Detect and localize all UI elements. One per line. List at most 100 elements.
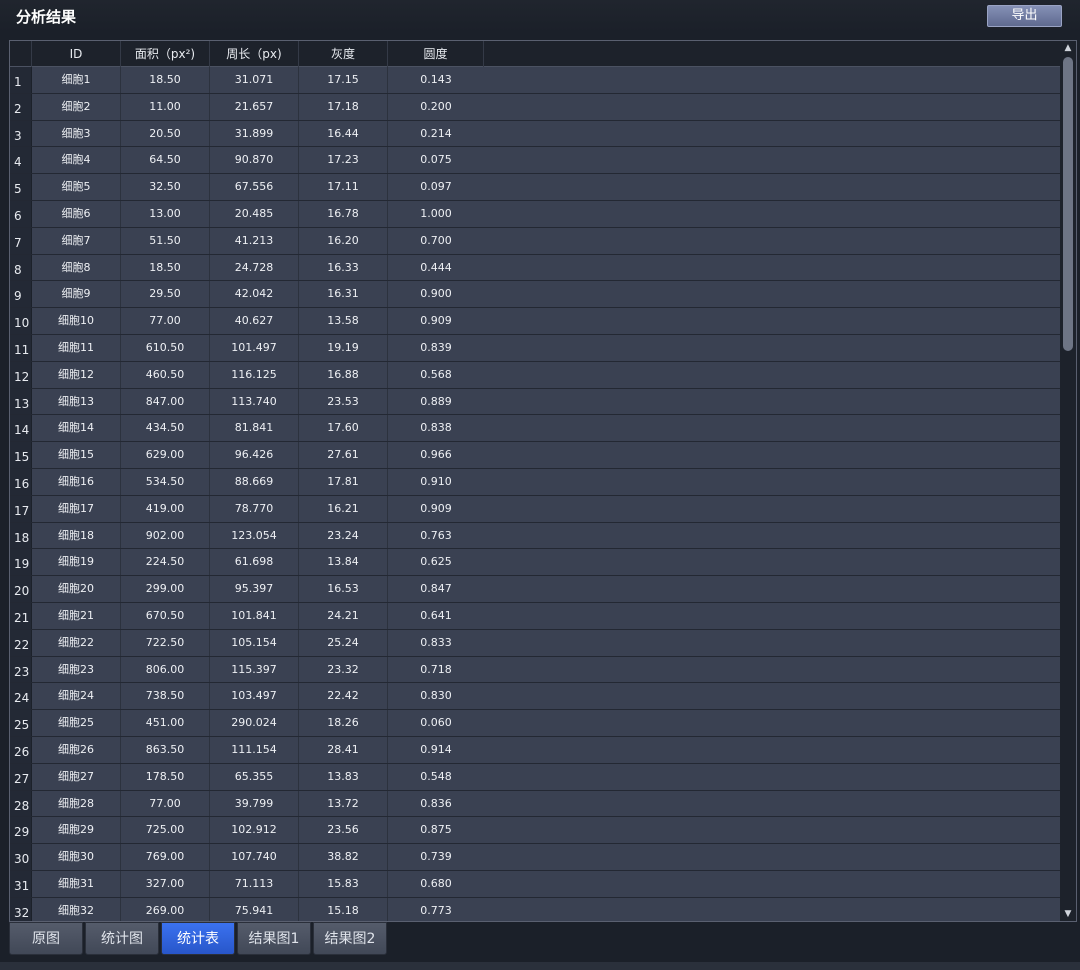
column-header-id[interactable]: ID bbox=[32, 41, 121, 67]
scroll-down-icon[interactable]: ▼ bbox=[1060, 907, 1076, 921]
tab-result-image-2[interactable]: 结果图2 bbox=[313, 922, 387, 955]
tab-result-image-1[interactable]: 结果图1 bbox=[237, 922, 311, 955]
table-row[interactable]: 5 细胞5 32.50 67.556 17.11 0.097 bbox=[10, 174, 1060, 201]
row-number[interactable]: 28 bbox=[10, 790, 32, 817]
cell-perimeter: 90.870 bbox=[210, 147, 299, 174]
row-number[interactable]: 19 bbox=[10, 549, 32, 576]
row-number[interactable]: 17 bbox=[10, 495, 32, 522]
table-row[interactable]: 2 细胞2 11.00 21.657 17.18 0.200 bbox=[10, 93, 1060, 121]
table-row[interactable]: 15 细胞15 629.00 96.426 27.61 0.966 bbox=[10, 442, 1060, 469]
cell-roundness: 0.773 bbox=[420, 903, 452, 917]
table-row[interactable]: 13 细胞13 847.00 113.740 23.53 0.889 bbox=[10, 388, 1060, 416]
table-row[interactable]: 9 细胞9 29.50 42.042 16.31 0.900 bbox=[10, 281, 1060, 309]
row-number[interactable]: 11 bbox=[10, 335, 32, 361]
tab-original-image[interactable]: 原图 bbox=[9, 922, 83, 955]
table-row[interactable]: 8 细胞8 18.50 24.728 16.33 0.444 bbox=[10, 254, 1060, 282]
export-button[interactable]: 导出 bbox=[987, 5, 1062, 27]
table-row[interactable]: 28 细胞28 77.00 39.799 13.72 0.836 bbox=[10, 790, 1060, 818]
row-number[interactable]: 3 bbox=[10, 120, 32, 147]
table-row[interactable]: 29 细胞29 725.00 102.912 23.56 0.875 bbox=[10, 817, 1060, 845]
row-number[interactable]: 25 bbox=[10, 710, 32, 736]
scroll-thumb[interactable] bbox=[1063, 57, 1073, 351]
row-number[interactable]: 21 bbox=[10, 603, 32, 629]
row-number[interactable]: 27 bbox=[10, 763, 32, 790]
row-number[interactable]: 32 bbox=[10, 897, 32, 921]
row-number[interactable]: 15 bbox=[10, 442, 32, 468]
table-row[interactable]: 12 细胞12 460.50 116.125 16.88 0.568 bbox=[10, 361, 1060, 389]
table-row[interactable]: 4 细胞4 64.50 90.870 17.23 0.075 bbox=[10, 147, 1060, 175]
cell-roundness: 0.200 bbox=[420, 99, 452, 113]
table-row[interactable]: 18 细胞18 902.00 123.054 23.24 0.763 bbox=[10, 522, 1060, 550]
table-row[interactable]: 20 细胞20 299.00 95.397 16.53 0.847 bbox=[10, 576, 1060, 603]
column-header-roundness[interactable]: 圆度 bbox=[388, 41, 484, 67]
row-number[interactable]: 30 bbox=[10, 844, 32, 870]
cell-id: 细胞21 bbox=[32, 603, 121, 629]
cell-roundness: 0.833 bbox=[420, 635, 452, 649]
cell-area: 451.00 bbox=[121, 710, 210, 736]
table-row[interactable]: 21 细胞21 670.50 101.841 24.21 0.641 bbox=[10, 603, 1060, 630]
tab-statistics-chart[interactable]: 统计图 bbox=[85, 922, 159, 955]
row-number[interactable]: 2 bbox=[10, 93, 32, 120]
row-number[interactable]: 29 bbox=[10, 817, 32, 844]
row-number[interactable]: 31 bbox=[10, 871, 32, 897]
table-row[interactable]: 24 细胞24 738.50 103.497 22.42 0.830 bbox=[10, 683, 1060, 711]
cell-perimeter: 65.355 bbox=[210, 763, 299, 790]
table-row[interactable]: 19 细胞19 224.50 61.698 13.84 0.625 bbox=[10, 549, 1060, 577]
cell-gray: 16.53 bbox=[299, 576, 388, 602]
row-number[interactable]: 22 bbox=[10, 629, 32, 656]
cell-area: 629.00 bbox=[121, 442, 210, 468]
row-number[interactable]: 12 bbox=[10, 361, 32, 388]
cell-gray: 28.41 bbox=[299, 737, 388, 763]
row-number[interactable]: 9 bbox=[10, 281, 32, 308]
row-number[interactable]: 13 bbox=[10, 388, 32, 415]
table-row[interactable]: 32 细胞32 269.00 75.941 15.18 0.773 bbox=[10, 897, 1060, 921]
cell-gray: 17.11 bbox=[299, 174, 388, 200]
table-row[interactable]: 14 细胞14 434.50 81.841 17.60 0.838 bbox=[10, 415, 1060, 443]
column-header-perimeter[interactable]: 周长（px) bbox=[210, 41, 299, 67]
row-number[interactable]: 18 bbox=[10, 522, 32, 549]
table-row[interactable]: 6 细胞6 13.00 20.485 16.78 1.000 bbox=[10, 201, 1060, 228]
column-header-area[interactable]: 面积（px²) bbox=[121, 41, 210, 67]
cell-gray: 19.19 bbox=[299, 335, 388, 361]
row-number[interactable]: 1 bbox=[10, 67, 32, 93]
table-row[interactable]: 10 细胞10 77.00 40.627 13.58 0.909 bbox=[10, 308, 1060, 335]
table-row[interactable]: 11 细胞11 610.50 101.497 19.19 0.839 bbox=[10, 335, 1060, 362]
row-number[interactable]: 14 bbox=[10, 415, 32, 442]
row-number[interactable]: 26 bbox=[10, 737, 32, 763]
table-row[interactable]: 27 细胞27 178.50 65.355 13.83 0.548 bbox=[10, 763, 1060, 791]
tab-statistics-table[interactable]: 统计表 bbox=[161, 922, 235, 955]
table-row[interactable]: 31 细胞31 327.00 71.113 15.83 0.680 bbox=[10, 871, 1060, 898]
column-header-gray[interactable]: 灰度 bbox=[299, 41, 388, 67]
table-row[interactable]: 30 细胞30 769.00 107.740 38.82 0.739 bbox=[10, 844, 1060, 871]
table-header: ID 面积（px²) 周长（px) 灰度 圆度 bbox=[10, 41, 1060, 67]
cell-id: 细胞2 bbox=[32, 93, 121, 120]
table-row[interactable]: 1 细胞1 18.50 31.071 17.15 0.143 bbox=[10, 67, 1060, 94]
row-number[interactable]: 6 bbox=[10, 201, 32, 227]
scroll-up-icon[interactable]: ▲ bbox=[1060, 41, 1076, 55]
cell-roundness: 0.097 bbox=[420, 180, 452, 194]
row-number[interactable]: 24 bbox=[10, 683, 32, 710]
row-number[interactable]: 16 bbox=[10, 469, 32, 495]
table-row[interactable]: 23 细胞23 806.00 115.397 23.32 0.718 bbox=[10, 656, 1060, 684]
table-row[interactable]: 3 细胞3 20.50 31.899 16.44 0.214 bbox=[10, 120, 1060, 148]
row-number[interactable]: 4 bbox=[10, 147, 32, 174]
cell-gray: 17.18 bbox=[299, 93, 388, 120]
row-number[interactable]: 23 bbox=[10, 656, 32, 683]
row-number[interactable]: 5 bbox=[10, 174, 32, 200]
table-row[interactable]: 16 细胞16 534.50 88.669 17.81 0.910 bbox=[10, 469, 1060, 496]
table-row[interactable]: 25 细胞25 451.00 290.024 18.26 0.060 bbox=[10, 710, 1060, 737]
row-number[interactable]: 20 bbox=[10, 576, 32, 602]
cell-gray: 17.15 bbox=[299, 67, 388, 93]
row-number[interactable]: 8 bbox=[10, 254, 32, 281]
table-row[interactable]: 7 细胞7 51.50 41.213 16.20 0.700 bbox=[10, 227, 1060, 255]
cell-roundness: 0.625 bbox=[420, 555, 452, 569]
cell-roundness: 0.914 bbox=[420, 743, 452, 756]
row-number[interactable]: 7 bbox=[10, 227, 32, 254]
table-row[interactable]: 17 细胞17 419.00 78.770 16.21 0.909 bbox=[10, 495, 1060, 523]
cell-perimeter: 81.841 bbox=[210, 415, 299, 442]
vertical-scrollbar[interactable]: ▲ ▼ bbox=[1060, 41, 1076, 921]
table-row[interactable]: 22 细胞22 722.50 105.154 25.24 0.833 bbox=[10, 629, 1060, 657]
row-number[interactable]: 10 bbox=[10, 308, 32, 334]
cell-area: 64.50 bbox=[121, 147, 210, 174]
table-row[interactable]: 26 细胞26 863.50 111.154 28.41 0.914 bbox=[10, 737, 1060, 764]
